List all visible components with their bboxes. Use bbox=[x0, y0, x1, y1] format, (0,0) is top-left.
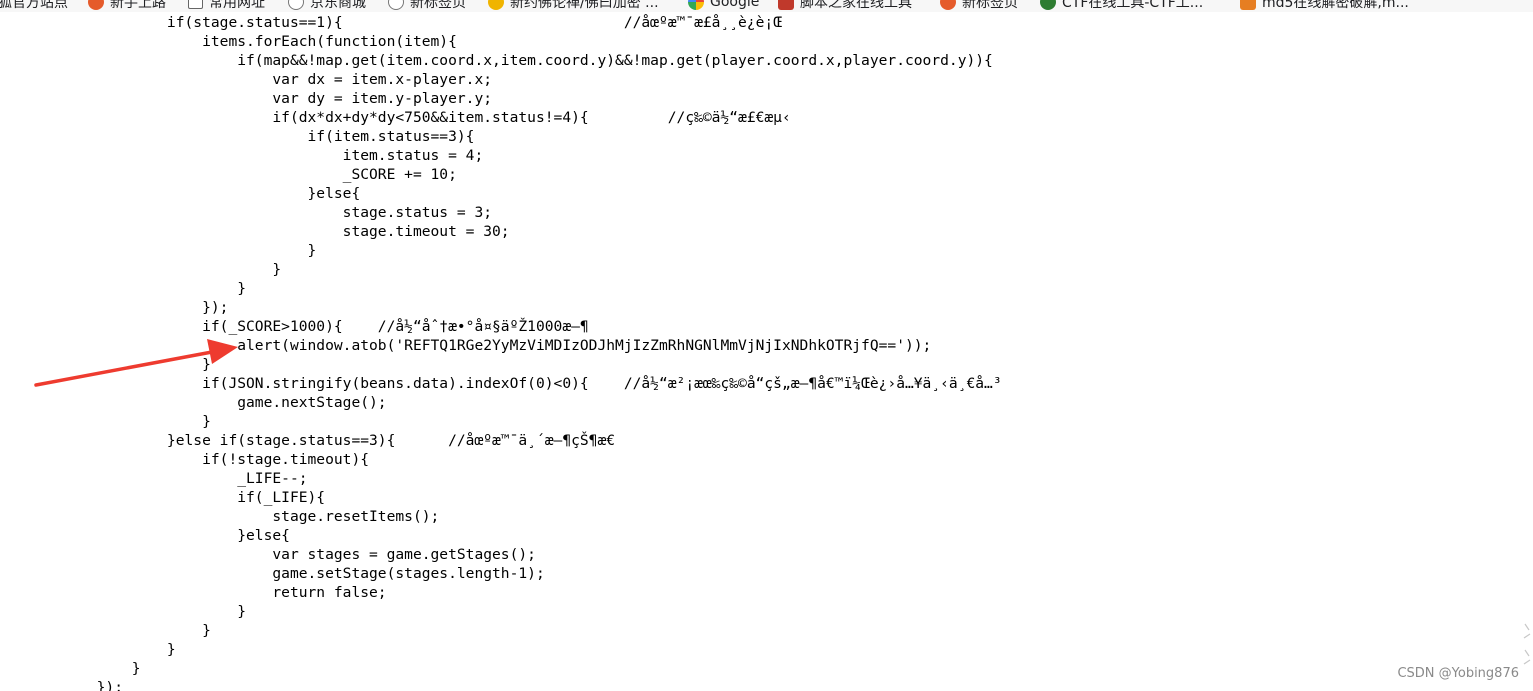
code-line: }else if(stage.status==3){ //åœºæ™¯ä¸´æ—… bbox=[0, 432, 616, 449]
code-line: stage.timeout = 30; bbox=[0, 223, 510, 240]
code-line: }); bbox=[0, 679, 124, 691]
ctf-icon bbox=[1040, 0, 1056, 10]
bookmark-item[interactable]: 脚本之家在线工具 bbox=[778, 0, 912, 12]
bookmark-label: 狐官方站点 bbox=[0, 0, 68, 11]
firefox-icon bbox=[940, 0, 956, 10]
code-line: _LIFE--; bbox=[0, 470, 308, 487]
code-line: } bbox=[0, 242, 317, 259]
code-line: stage.resetItems(); bbox=[0, 508, 440, 525]
code-line: } bbox=[0, 261, 282, 278]
code-line: _SCORE += 10; bbox=[0, 166, 457, 183]
bookmark-label: 新标签页 bbox=[410, 0, 466, 11]
code-line: var stages = game.getStages(); bbox=[0, 546, 536, 563]
code-line: return false; bbox=[0, 584, 387, 601]
bookmark-item[interactable]: 京东商城 bbox=[288, 0, 366, 12]
code-line: } bbox=[0, 280, 247, 297]
code-line: } bbox=[0, 641, 176, 658]
firefox-icon bbox=[88, 0, 104, 10]
source-code-view: if(stage.status==1){ //åœºæ™¯æ£å¸¸è¿è¡Œ … bbox=[0, 13, 1533, 691]
google-icon bbox=[688, 0, 704, 10]
code-line: var dx = item.x-player.x; bbox=[0, 71, 493, 88]
bookmark-item[interactable]: 新手上路 bbox=[88, 0, 166, 12]
globe-icon bbox=[388, 0, 404, 10]
jb-icon bbox=[778, 0, 794, 10]
bookmark-item[interactable]: 狐官方站点 bbox=[0, 0, 68, 12]
code-line: items.forEach(function(item){ bbox=[0, 33, 457, 50]
csdn-watermark: CSDN @Yobing876 bbox=[1397, 666, 1519, 681]
bookmark-label: md5在线解密破解,m... bbox=[1262, 0, 1409, 11]
bookmark-item[interactable]: 新标签页 bbox=[388, 0, 466, 12]
bookmark-label: Google bbox=[710, 0, 760, 10]
code-line: }else{ bbox=[0, 185, 361, 202]
bookmark-label: 脚本之家在线工具 bbox=[800, 0, 912, 11]
bookmark-label: 常用网址 bbox=[209, 0, 265, 11]
code-line-highlighted-alert: alert(window.atob('REFTQ1RGe2YyMzViMDIzO… bbox=[0, 337, 932, 354]
buddha-icon bbox=[488, 0, 504, 10]
code-line: stage.status = 3; bbox=[0, 204, 493, 221]
code-line: if(dx*dx+dy*dy<750&&item.status!=4){ //ç… bbox=[0, 109, 791, 126]
bookmark-item[interactable]: 常用网址 bbox=[188, 0, 265, 12]
bookmark-label: 新标签页 bbox=[962, 0, 1018, 11]
code-line: if(item.status==3){ bbox=[0, 128, 475, 145]
scroll-edge-marks bbox=[1523, 623, 1531, 665]
bookmark-label: 京东商城 bbox=[310, 0, 366, 11]
md5-icon bbox=[1240, 0, 1256, 10]
code-line: }); bbox=[0, 299, 229, 316]
bookmark-item[interactable]: 新标签页 bbox=[940, 0, 1018, 12]
code-line: if(map&&!map.get(item.coord.x,item.coord… bbox=[0, 52, 993, 69]
code-line: if(JSON.stringify(beans.data).indexOf(0)… bbox=[0, 375, 1002, 392]
bookmark-item[interactable]: md5在线解密破解,m... bbox=[1240, 0, 1409, 12]
bookmark-label: CTF在线工具-CTF工... bbox=[1062, 0, 1204, 11]
code-line: if(stage.status==1){ //åœºæ™¯æ£å¸¸è¿è¡Œ bbox=[0, 14, 782, 31]
code-line: } bbox=[0, 413, 211, 430]
code-line: } bbox=[0, 660, 141, 677]
code-line: if(!stage.timeout){ bbox=[0, 451, 370, 468]
folder-icon bbox=[188, 0, 203, 9]
code-line: if(_SCORE>1000){ //å½“åˆ†æ•°å¤§äºŽ1000æ—… bbox=[0, 318, 589, 335]
code-line: var dy = item.y-player.y; bbox=[0, 90, 493, 107]
code-line: game.nextStage(); bbox=[0, 394, 387, 411]
code-line: } bbox=[0, 603, 247, 620]
code-line: } bbox=[0, 622, 211, 639]
code-line: }else{ bbox=[0, 527, 290, 544]
code-line: } bbox=[0, 356, 211, 373]
bookmark-item[interactable]: CTF在线工具-CTF工... bbox=[1040, 0, 1203, 12]
bookmark-label: 新约佛论禅/佛曰加密 ... bbox=[510, 0, 659, 11]
code-line: game.setStage(stages.length-1); bbox=[0, 565, 545, 582]
bookmarks-bar: 狐官方站点 新手上路 常用网址 京东商城 新标签页 新约佛论禅/佛曰加密 ...… bbox=[0, 0, 1533, 12]
code-line: item.status = 4; bbox=[0, 147, 484, 164]
bookmark-item[interactable]: Google bbox=[688, 0, 759, 12]
bookmark-item[interactable]: 新约佛论禅/佛曰加密 ... bbox=[488, 0, 659, 12]
globe-icon bbox=[288, 0, 304, 10]
bookmark-label: 新手上路 bbox=[110, 0, 166, 11]
code-line: if(_LIFE){ bbox=[0, 489, 326, 506]
